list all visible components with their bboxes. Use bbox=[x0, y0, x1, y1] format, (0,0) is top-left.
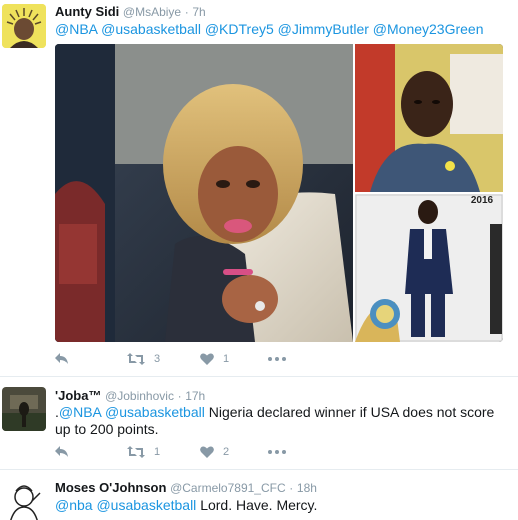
user-name[interactable]: Aunty Sidi bbox=[55, 4, 119, 19]
mention-link[interactable]: @nba bbox=[55, 497, 93, 513]
tweet-text: .@NBA @usabasketball Nigeria declared wi… bbox=[55, 404, 505, 438]
mention-link[interactable]: @NBA bbox=[59, 404, 101, 420]
tweet-body: Lord. Have. Mercy. bbox=[200, 497, 318, 513]
avatar[interactable] bbox=[2, 387, 46, 431]
like-button[interactable]: 2 bbox=[200, 444, 229, 460]
tweet-actions: 3 1 bbox=[55, 351, 355, 367]
tweet[interactable]: 'Joba™ @Jobinhovic · 17h .@NBA @usabaske… bbox=[0, 377, 518, 469]
more-button[interactable] bbox=[268, 444, 286, 460]
reply-icon bbox=[55, 353, 68, 364]
separator: · bbox=[184, 5, 189, 19]
more-button[interactable] bbox=[268, 351, 286, 367]
retweet-icon bbox=[127, 353, 145, 365]
mention-link[interactable]: @usabasketball bbox=[96, 497, 196, 513]
retweet-button[interactable]: 1 bbox=[127, 444, 160, 460]
retweet-count: 3 bbox=[154, 353, 161, 365]
tweet[interactable]: Moses O'Johnson @Carmelo7891_CFC · 18h @… bbox=[0, 470, 518, 520]
tweet-text: @NBA @usabasketball @KDTrey5 @JimmyButle… bbox=[55, 21, 505, 38]
retweet-count: 1 bbox=[154, 446, 161, 458]
user-handle[interactable]: @Jobinhovic bbox=[105, 389, 174, 403]
media-year-label: 2016 bbox=[471, 195, 494, 206]
timestamp[interactable]: 17h bbox=[185, 389, 205, 403]
like-count: 1 bbox=[223, 353, 230, 365]
mention-link[interactable]: @KDTrey5 bbox=[205, 21, 274, 37]
avatar[interactable] bbox=[2, 4, 46, 48]
separator: · bbox=[177, 389, 182, 403]
heart-icon bbox=[200, 446, 214, 458]
tweet-actions: 1 2 bbox=[55, 444, 355, 460]
separator: · bbox=[289, 481, 294, 495]
tweet-header: Moses O'Johnson @Carmelo7891_CFC · 18h bbox=[55, 480, 317, 495]
mention-link[interactable]: @NBA bbox=[55, 21, 97, 37]
timestamp[interactable]: 18h bbox=[297, 481, 317, 495]
mention-link[interactable]: @Money23Green bbox=[373, 21, 484, 37]
tweet-header: 'Joba™ @Jobinhovic · 17h bbox=[55, 388, 205, 403]
avatar[interactable] bbox=[2, 479, 46, 520]
tweet-media-photo[interactable]: 2016 bbox=[55, 44, 503, 342]
reply-icon bbox=[55, 446, 68, 457]
timestamp[interactable]: 7h bbox=[192, 5, 205, 19]
retweet-icon bbox=[127, 446, 145, 458]
user-name[interactable]: Moses O'Johnson bbox=[55, 480, 166, 495]
tweet-header: Aunty Sidi @MsAbiye · 7h bbox=[55, 4, 206, 19]
reply-button[interactable] bbox=[55, 444, 69, 460]
user-handle[interactable]: @MsAbiye bbox=[123, 5, 181, 19]
reply-button[interactable] bbox=[55, 351, 69, 367]
retweet-button[interactable]: 3 bbox=[127, 351, 160, 367]
user-handle[interactable]: @Carmelo7891_CFC bbox=[170, 481, 286, 495]
mention-link[interactable]: @usabasketball bbox=[101, 21, 201, 37]
heart-icon bbox=[200, 353, 214, 365]
more-icon bbox=[268, 450, 286, 454]
more-icon bbox=[268, 357, 286, 361]
mention-link[interactable]: @JimmyButler bbox=[278, 21, 369, 37]
tweet-text: @nba @usabasketball Lord. Have. Mercy. bbox=[55, 497, 505, 514]
like-count: 2 bbox=[223, 446, 230, 458]
like-button[interactable]: 1 bbox=[200, 351, 229, 367]
mention-link[interactable]: @usabasketball bbox=[105, 404, 205, 420]
tweet[interactable]: Aunty Sidi @MsAbiye · 7h @NBA @usabasket… bbox=[0, 0, 518, 376]
user-name[interactable]: 'Joba™ bbox=[55, 388, 101, 403]
